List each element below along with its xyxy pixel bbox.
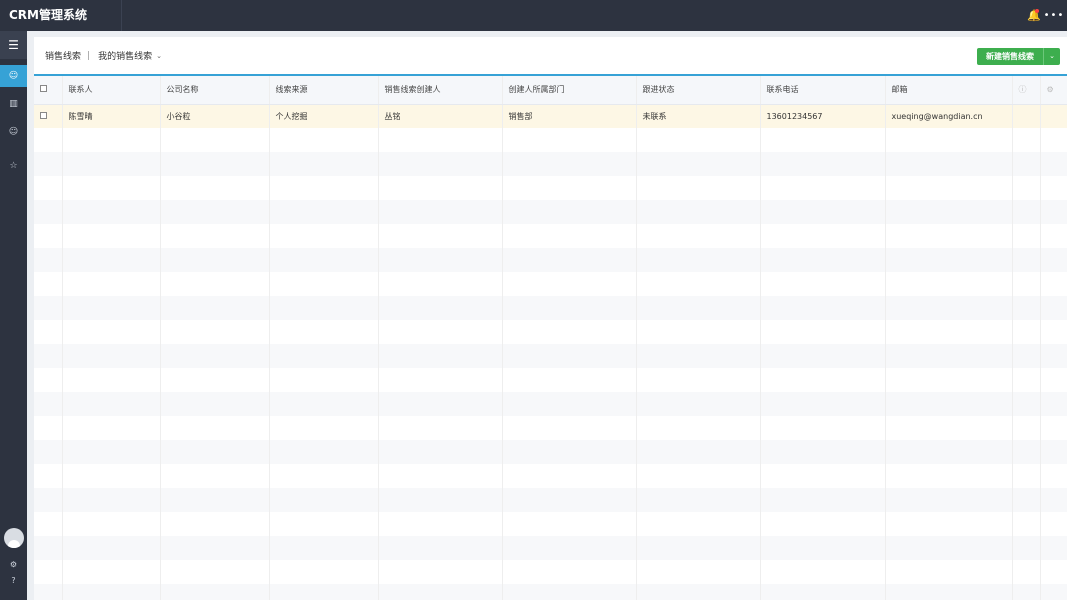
cell-email: xueqing@wangdian.cn [885, 104, 1013, 128]
panel-header: 销售线索 | 我的销售线索 ⌄ 新建销售线索 ⌄ [34, 37, 1067, 76]
empty-row [34, 536, 1067, 560]
empty-row [34, 392, 1067, 416]
empty-row [34, 368, 1067, 392]
cell-source: 个人挖掘 [269, 104, 379, 128]
page-title: 销售线索 [45, 52, 82, 62]
cell-contact: 陈雪晴 [62, 104, 161, 128]
empty-row [34, 560, 1067, 584]
new-lead-dropdown-icon[interactable]: ⌄ [1043, 48, 1060, 65]
empty-row [34, 152, 1067, 176]
column-header[interactable]: 邮箱 [885, 76, 1013, 105]
empty-row [34, 248, 1067, 272]
empty-row [34, 128, 1067, 152]
cell-creator: 丛铭 [378, 104, 503, 128]
empty-row [34, 416, 1067, 440]
cell-department: 销售部 [502, 104, 637, 128]
column-header[interactable]: 公司名称 [160, 76, 270, 105]
info-icon-cell: ⓘ [1012, 76, 1041, 105]
empty-row [34, 464, 1067, 488]
empty-row [34, 320, 1067, 344]
sidebar: ☰ ☺ ▥ ☺ ☆ ⚙ ? [0, 31, 27, 600]
empty-row [34, 200, 1067, 224]
row-checkbox[interactable] [40, 111, 47, 119]
table-header-row: 联系人 公司名称 线索来源 销售线索创建人 创建人所属部门 跟进状态 联系电话 … [34, 76, 1067, 105]
gear-icon[interactable]: ⚙ [0, 556, 27, 572]
info-icon[interactable]: ⓘ [1019, 85, 1027, 94]
cell-status: 未联系 [636, 104, 761, 128]
column-header[interactable]: 创建人所属部门 [502, 76, 637, 105]
empty-row [34, 344, 1067, 368]
table-row[interactable]: 陈雪晴 小谷粒 个人挖掘 丛铭 销售部 未联系 13601234567 xueq… [34, 104, 1067, 128]
gear-icon[interactable]: ⚙ [1047, 85, 1054, 94]
help-icon[interactable]: ? [0, 572, 27, 588]
leads-panel: 销售线索 | 我的销售线索 ⌄ 新建销售线索 ⌄ 联系人 公司名称 线索来源 销… [34, 37, 1067, 600]
row-checkbox-cell [34, 104, 63, 128]
settings-icon-cell: ⚙ [1040, 76, 1067, 105]
empty-row [34, 440, 1067, 464]
empty-row [34, 224, 1067, 248]
menu-icon[interactable]: ☰ [0, 31, 27, 59]
chevron-down-icon: ⌄ [156, 51, 162, 60]
empty-row [34, 176, 1067, 200]
select-all-checkbox-cell [34, 76, 63, 105]
leads-icon[interactable]: ☺ [0, 65, 27, 87]
leads-table: 联系人 公司名称 线索来源 销售线索创建人 创建人所属部门 跟进状态 联系电话 … [34, 76, 1067, 600]
column-header[interactable]: 跟进状态 [636, 76, 761, 105]
column-header[interactable]: 联系电话 [760, 76, 886, 105]
avatar[interactable] [3, 528, 24, 548]
empty-row [34, 488, 1067, 512]
notification-dot [1035, 9, 1039, 13]
empty-row [34, 584, 1067, 600]
user-icon[interactable]: ☺ [0, 121, 27, 143]
empty-row [34, 272, 1067, 296]
star-icon[interactable]: ☆ [0, 155, 27, 177]
empty-row [34, 512, 1067, 536]
more-icon[interactable]: ••• [1044, 0, 1067, 31]
select-all-checkbox[interactable] [40, 85, 47, 93]
app-title: CRM管理系统 [0, 0, 122, 31]
cell-phone: 13601234567 [760, 104, 886, 128]
column-header[interactable]: 联系人 [62, 76, 161, 105]
top-actions: 🔔 ••• [1023, 0, 1067, 31]
column-header[interactable]: 销售线索创建人 [378, 76, 503, 105]
new-lead-button-group: 新建销售线索 ⌄ [977, 48, 1060, 65]
top-bar: CRM管理系统 🔔 ••• [0, 0, 1067, 31]
bell-icon[interactable]: 🔔 [1023, 0, 1045, 31]
new-lead-button[interactable]: 新建销售线索 [977, 48, 1043, 65]
cell-company: 小谷粒 [160, 104, 270, 128]
chart-icon[interactable]: ▥ [0, 93, 27, 115]
leads-filter-value: 我的销售线索 [98, 52, 153, 62]
empty-row [34, 296, 1067, 320]
column-header[interactable]: 线索来源 [269, 76, 379, 105]
sidebar-bottom: ⚙ ? [0, 528, 27, 588]
leads-filter-select[interactable]: 我的销售线索 ⌄ [98, 49, 162, 63]
title-separator: | [87, 50, 91, 61]
